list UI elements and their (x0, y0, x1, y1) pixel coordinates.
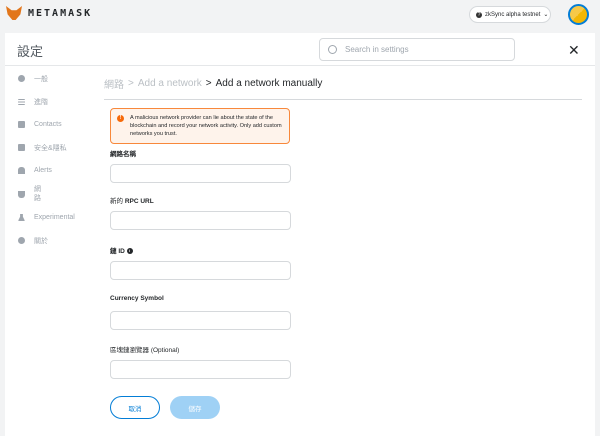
search-placeholder: Search in settings (345, 45, 409, 54)
currency-symbol-field: Currency Symbol (110, 295, 582, 330)
rpc-url-input[interactable] (110, 211, 291, 230)
warning-icon: ! (117, 115, 124, 122)
breadcrumb-add-network[interactable]: Add a network (138, 78, 202, 89)
contacts-icon (18, 121, 25, 128)
account-avatar[interactable] (568, 4, 589, 25)
warning-banner: ! A malicious network provider can lie a… (110, 108, 290, 144)
lock-icon (18, 144, 25, 151)
sidebar-item-label: 網 路 (34, 186, 41, 202)
breadcrumb-current: Add a network manually (215, 77, 323, 89)
form-buttons: 取消 儲存 (110, 396, 582, 419)
logo-text: METAMASK (28, 7, 93, 19)
metamask-logo[interactable]: METAMASK (6, 6, 92, 20)
settings-header: 設定 Search in settings ✕ (5, 33, 595, 66)
fox-icon (6, 6, 22, 20)
plug-icon (18, 190, 25, 198)
gear-icon (18, 75, 25, 82)
rpc-url-field: 新的 RPC URL (110, 195, 582, 230)
close-icon[interactable]: ✕ (568, 42, 580, 59)
rpc-url-text: RPC URL (124, 198, 154, 205)
breadcrumb-networks[interactable]: 網路 (104, 76, 124, 91)
breadcrumb-separator: > (205, 77, 212, 89)
sidebar-item-label: 進階 (34, 98, 48, 106)
sidebar-item-label: Experimental (34, 214, 75, 221)
cancel-button[interactable]: 取消 (110, 396, 160, 419)
network-question-icon: ? (476, 11, 482, 18)
breadcrumb: 網路 > Add a network > Add a network manua… (104, 67, 582, 100)
chain-id-input[interactable] (110, 261, 291, 280)
settings-panel: 設定 Search in settings ✕ 一般 進階 Contacts 安… (5, 33, 595, 436)
network-selector[interactable]: ? zkSync alpha testnet ⌄ (469, 6, 551, 23)
sidebar-item-contacts[interactable]: Contacts (5, 113, 100, 136)
optional-text: (Optional) (150, 347, 180, 354)
chain-id-label: 鏈 ID i (110, 245, 582, 255)
settings-sidebar: 一般 進階 Contacts 安全&隱私 Alerts 網 路 Experime… (5, 67, 100, 252)
flask-icon (18, 214, 25, 221)
search-input[interactable]: Search in settings (319, 38, 515, 61)
warning-text: A malicious network provider can lie abo… (130, 115, 282, 137)
block-explorer-input[interactable] (110, 360, 291, 379)
sidebar-item-alerts[interactable]: Alerts (5, 159, 100, 182)
bell-icon (18, 167, 25, 174)
network-name: zkSync alpha testnet (485, 11, 541, 18)
top-bar: METAMASK ? zkSync alpha testnet ⌄ (0, 0, 600, 32)
chain-id-prefix: 鏈 (110, 248, 117, 255)
add-network-form: 網路 > Add a network > Add a network manua… (104, 67, 582, 419)
block-explorer-field: 區塊鏈瀏覽器 (Optional) (110, 344, 582, 379)
network-name-label: 網路名稱 (110, 151, 136, 158)
sliders-icon (18, 98, 25, 105)
block-explorer-text: 區塊鏈瀏覽器 (110, 347, 149, 354)
network-name-field: 網路名稱 (110, 148, 582, 183)
info-icon (18, 237, 25, 244)
breadcrumb-separator: > (128, 77, 134, 89)
rpc-url-label: 新的 RPC URL (110, 195, 582, 205)
info-icon[interactable]: i (126, 248, 133, 255)
save-button[interactable]: 儲存 (170, 396, 220, 419)
sidebar-item-label: 安全&隱私 (34, 144, 67, 152)
sidebar-item-networks[interactable]: 網 路 (5, 182, 100, 206)
chain-id-text: ID (118, 248, 125, 255)
block-explorer-label: 區塊鏈瀏覽器 (Optional) (110, 344, 582, 354)
sidebar-item-label: 關於 (34, 237, 48, 245)
rpc-url-prefix: 新的 (110, 198, 123, 205)
network-name-input[interactable] (110, 164, 291, 183)
sidebar-item-experimental[interactable]: Experimental (5, 206, 100, 229)
sidebar-item-label: 一般 (34, 75, 48, 83)
chain-id-field: 鏈 ID i (110, 245, 582, 280)
sidebar-item-general[interactable]: 一般 (5, 67, 100, 90)
chevron-down-icon: ⌄ (543, 12, 549, 18)
sidebar-item-label: Alerts (34, 167, 52, 174)
currency-symbol-label: Currency Symbol (110, 295, 164, 302)
sidebar-item-security[interactable]: 安全&隱私 (5, 136, 100, 159)
sidebar-item-label: Contacts (34, 121, 62, 128)
sidebar-item-advanced[interactable]: 進階 (5, 90, 100, 113)
search-icon (328, 45, 337, 54)
sidebar-item-about[interactable]: 關於 (5, 229, 100, 252)
page-title: 設定 (17, 44, 44, 59)
currency-symbol-input[interactable] (110, 311, 291, 330)
